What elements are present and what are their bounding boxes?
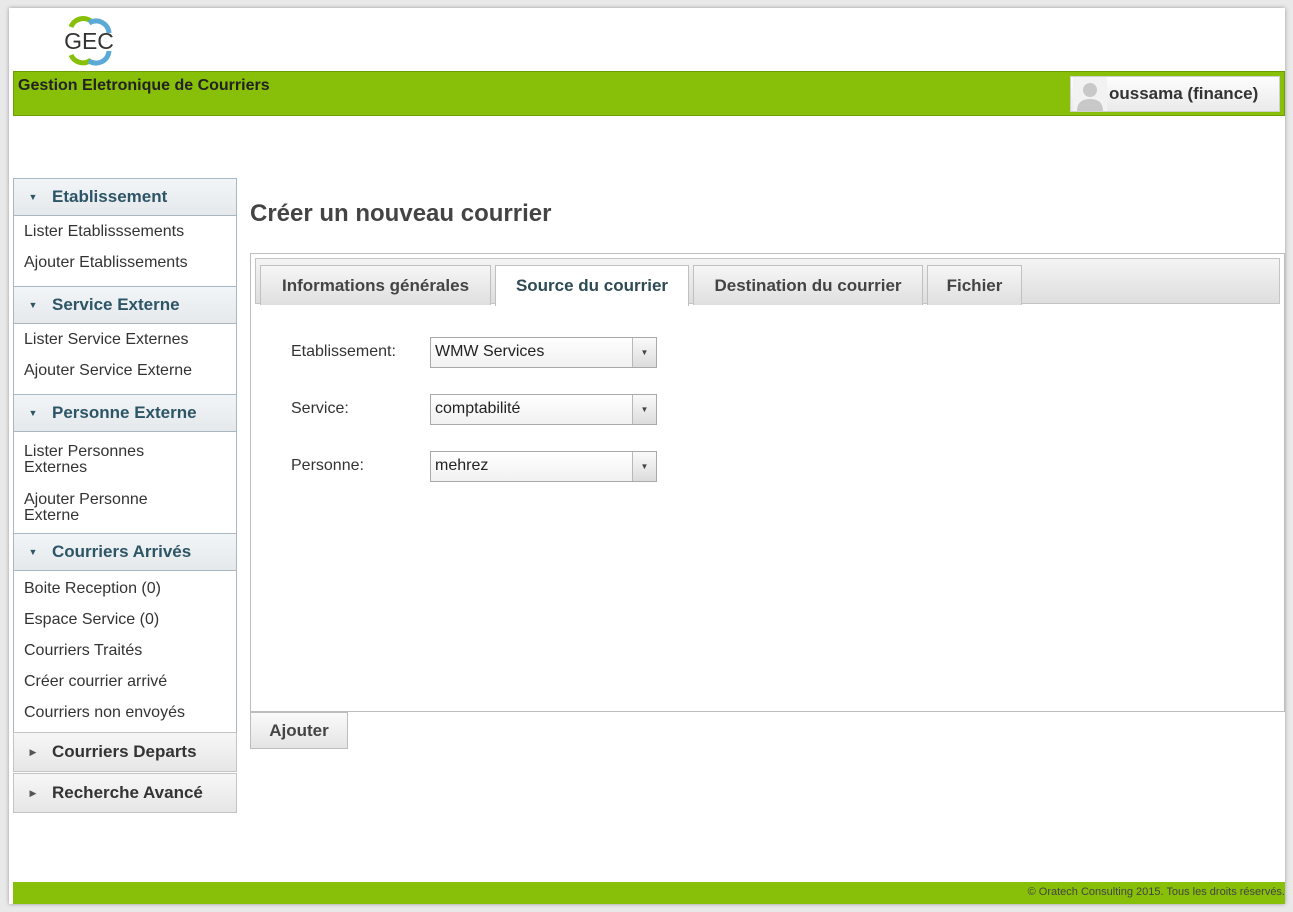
chevron-down-icon[interactable]: ▼ <box>632 337 656 367</box>
accordion-title: Courriers Departs <box>52 742 197 761</box>
accordion-content-personne-externe: Lister Personnes Externes Ajouter Person… <box>13 432 237 533</box>
accordion-content-courriers-arrives: Boite Reception (0) Espace Service (0) C… <box>13 571 237 732</box>
page-title: Créer un nouveau courrier <box>250 200 552 227</box>
accordion-content-etablissement: Lister Etablisssements Ajouter Etablisse… <box>13 216 237 286</box>
etablissement-label: Etablissement: <box>291 343 396 360</box>
accordion-header-courriers-departs[interactable]: ▶ Courriers Departs <box>13 732 237 772</box>
sidebar-menu: ▼ Etablissement Lister Etablisssements A… <box>13 178 237 813</box>
etablissement-select[interactable]: WMW Services ▼ <box>430 336 657 368</box>
app-title: Gestion Eletronique de Courriers <box>18 77 270 94</box>
link-lister-service-externes[interactable]: Lister Service Externes <box>24 330 204 350</box>
form-row-personne: Personne: mehrez ▼ <box>291 450 657 482</box>
accordion-title: Personne Externe <box>52 403 197 422</box>
user-avatar-icon <box>1073 77 1107 111</box>
link-espace-service[interactable]: Espace Service (0) <box>24 610 204 630</box>
footer-copyright: © Oratech Consulting 2015. Tous les droi… <box>1027 886 1285 898</box>
accordion-header-service-externe[interactable]: ▼ Service Externe <box>13 286 237 324</box>
link-lister-personnes-externes[interactable]: Lister Personnes Externes <box>24 442 174 478</box>
triangle-right-icon: ▶ <box>29 746 37 757</box>
accordion-header-recherche-avance[interactable]: ▶ Recherche Avancé <box>13 773 237 813</box>
user-name: oussama (finance) <box>1109 84 1259 103</box>
logo-rings-icon: GEC <box>64 16 114 66</box>
footer: © Oratech Consulting 2015. Tous les droi… <box>13 882 1285 904</box>
top-header: Gestion Eletronique de Courriers oussama… <box>13 71 1285 116</box>
service-select[interactable]: comptabilité ▼ <box>430 393 657 425</box>
triangle-down-icon: ▼ <box>28 408 38 418</box>
tab-bar: Informations générales Source du courrie… <box>255 258 1280 306</box>
triangle-right-icon: ▶ <box>29 787 37 798</box>
link-ajouter-personne-externe[interactable]: Ajouter Personne Externe <box>24 490 174 526</box>
form-row-service: Service: comptabilité ▼ <box>291 393 657 425</box>
link-lister-etablissements[interactable]: Lister Etablisssements <box>24 222 204 242</box>
accordion-header-etablissement[interactable]: ▼ Etablissement <box>13 178 237 216</box>
accordion-header-courriers-arrives[interactable]: ▼ Courriers Arrivés <box>13 533 237 571</box>
tab-source-du-courrier[interactable]: Source du courrier <box>495 265 689 306</box>
user-menu-button[interactable]: oussama (finance) <box>1070 76 1280 112</box>
accordion-title: Courriers Arrivés <box>52 542 192 561</box>
accordion-title: Recherche Avancé <box>52 783 203 802</box>
link-boite-reception[interactable]: Boite Reception (0) <box>24 579 204 599</box>
personne-label: Personne: <box>291 457 364 474</box>
link-creer-courrier-arrive[interactable]: Créer courrier arrivé <box>24 672 204 692</box>
link-courriers-non-envoyes[interactable]: Courriers non envoyés <box>24 703 204 723</box>
service-label: Service: <box>291 400 349 417</box>
chevron-down-icon[interactable]: ▼ <box>632 451 656 481</box>
accordion-header-personne-externe[interactable]: ▼ Personne Externe <box>13 394 237 432</box>
gec-logo: GEC <box>61 13 117 69</box>
tab-fichier[interactable]: Fichier <box>927 265 1022 305</box>
accordion-title: Service Externe <box>52 295 180 314</box>
etablissement-value: WMW Services <box>435 342 545 360</box>
service-value: comptabilité <box>435 399 521 417</box>
tab-view: Informations générales Source du courrie… <box>250 253 1285 712</box>
personne-select[interactable]: mehrez ▼ <box>430 450 657 482</box>
tab-informations-generales[interactable]: Informations générales <box>260 265 491 305</box>
triangle-down-icon: ▼ <box>28 547 38 557</box>
form-row-etablissement: Etablissement: WMW Services ▼ <box>291 336 657 368</box>
page: GEC Gestion Eletronique de Courriers ous… <box>9 8 1285 904</box>
link-ajouter-etablissements[interactable]: Ajouter Etablissements <box>24 253 204 273</box>
ajouter-button[interactable]: Ajouter <box>250 712 348 749</box>
link-ajouter-service-externe[interactable]: Ajouter Service Externe <box>24 361 204 381</box>
accordion-title: Etablissement <box>52 187 168 206</box>
chevron-down-icon[interactable]: ▼ <box>632 394 656 424</box>
accordion-content-service-externe: Lister Service Externes Ajouter Service … <box>13 324 237 394</box>
personne-value: mehrez <box>435 456 489 474</box>
tab-destination-du-courrier[interactable]: Destination du courrier <box>693 265 923 305</box>
link-courriers-traites[interactable]: Courriers Traités <box>24 641 204 661</box>
logo-text: GEC <box>64 28 114 54</box>
triangle-down-icon: ▼ <box>28 192 38 202</box>
triangle-down-icon: ▼ <box>28 300 38 310</box>
